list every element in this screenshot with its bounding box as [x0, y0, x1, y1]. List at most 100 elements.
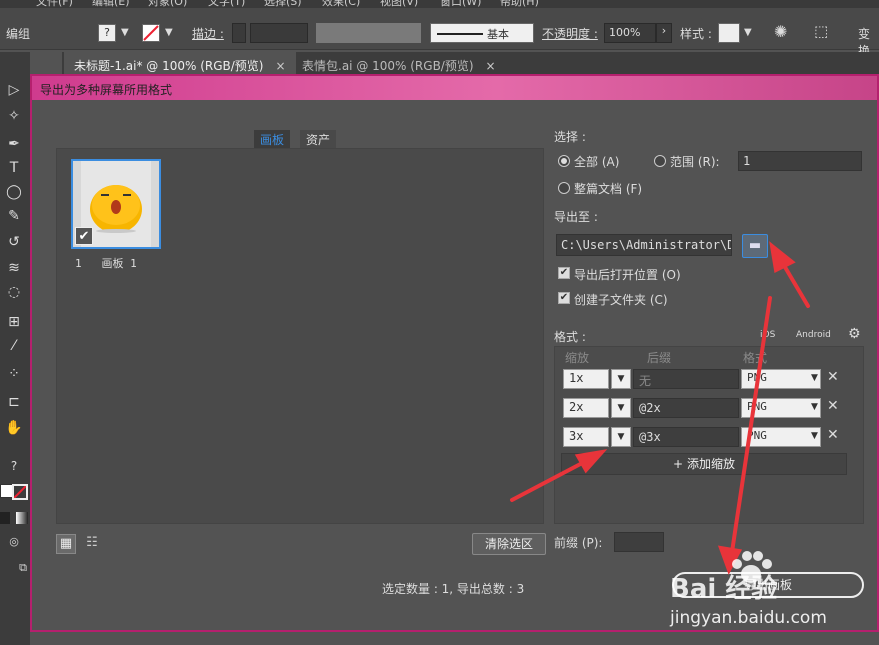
stroke-label[interactable]: 描边 : — [192, 25, 224, 42]
help-icon[interactable]: ? — [3, 456, 25, 476]
watermark-brand: Bai 经验 — [670, 574, 778, 604]
gear-icon[interactable]: ⚙ — [848, 326, 861, 342]
menu-object[interactable]: 对象(O) — [148, 0, 187, 8]
radio-all[interactable] — [558, 155, 570, 167]
artboard-thumbnail[interactable]: ✔ — [71, 159, 161, 249]
radio-range-label[interactable]: 范围 (R): — [670, 153, 720, 170]
opacity-label[interactable]: 不透明度 : — [542, 25, 598, 42]
artboard-tool-icon[interactable]: ⊏ — [3, 392, 25, 412]
width-tool-icon[interactable]: ≋ — [3, 258, 25, 278]
gradient-mode-icon[interactable] — [16, 512, 28, 524]
clear-selection-button[interactable]: 清除选区 — [472, 533, 546, 555]
symbol-sprayer-icon[interactable]: ⁘ — [3, 364, 25, 384]
radio-range[interactable] — [654, 155, 666, 167]
chevron-down-icon[interactable]: ▼ — [611, 369, 631, 389]
color-mode-icon[interactable] — [0, 512, 10, 524]
artboard-checkbox[interactable]: ✔ — [75, 227, 93, 245]
chevron-down-icon[interactable]: ▼ — [811, 373, 818, 383]
shape-builder-icon[interactable]: ◌ — [3, 282, 25, 302]
android-preset-button[interactable]: Android — [796, 330, 831, 340]
menu-type[interactable]: 文字(T) — [208, 0, 245, 8]
stroke-color-swatch[interactable] — [12, 484, 28, 500]
stroke-weight-input[interactable] — [250, 23, 308, 43]
format-select[interactable]: PNG — [741, 369, 821, 389]
column-suffix: 后缀 — [647, 351, 672, 365]
type-tool-icon[interactable]: T — [3, 158, 25, 178]
chevron-down-icon[interactable]: ▼ — [121, 27, 129, 38]
chevron-down-icon[interactable]: ▼ — [811, 431, 818, 441]
open-after-export-checkbox[interactable]: ✔ — [558, 267, 570, 279]
tab-assets[interactable]: 资产 — [300, 130, 337, 148]
suffix-input[interactable]: @2x — [633, 398, 739, 418]
magic-wand-icon[interactable]: ✧ — [3, 106, 25, 126]
scale-input[interactable]: 3x — [563, 427, 609, 447]
dialog-title: 导出为多种屏幕所用格式 — [40, 83, 173, 97]
style-swatch[interactable] — [718, 23, 740, 43]
range-input[interactable]: 1 — [738, 151, 862, 171]
draw-mode-icon[interactable]: ◎ — [3, 532, 25, 552]
remove-row-icon[interactable]: ✕ — [827, 398, 839, 414]
eyedropper-icon[interactable]: ⁄ — [3, 336, 25, 356]
align-icon[interactable]: ⬚ — [814, 22, 828, 40]
prefix-input[interactable] — [614, 532, 664, 552]
suffix-input[interactable]: @3x — [633, 427, 739, 447]
fill-swatch[interactable]: ? — [98, 24, 116, 42]
menu-view[interactable]: 视图(V) — [380, 0, 418, 8]
scale-input[interactable]: 2x — [563, 398, 609, 418]
scale-input[interactable]: 1x — [563, 369, 609, 389]
grid-view-icon[interactable]: ▦ — [56, 534, 76, 554]
menu-window[interactable]: 窗口(W) — [440, 0, 481, 8]
pen-tool-icon[interactable]: ✒ — [3, 134, 25, 154]
radio-whole-document[interactable] — [558, 182, 570, 194]
close-icon[interactable]: × — [486, 59, 496, 73]
style-label: 样式 : — [680, 27, 712, 41]
export-path-input[interactable]: C:\Users\Administrator\D — [556, 234, 732, 256]
formats-label: 格式 : — [554, 330, 586, 344]
create-subfolders-label[interactable]: 创建子文件夹 (C) — [574, 291, 668, 308]
remove-row-icon[interactable]: ✕ — [827, 427, 839, 443]
chevron-down-icon[interactable]: ▼ — [165, 27, 173, 38]
tab-untitled-1[interactable]: 未标题-1.ai* @ 100% (RGB/预览) × — [64, 52, 296, 76]
chevron-down-icon[interactable]: ▼ — [611, 398, 631, 418]
brush-definition[interactable]: 基本 — [430, 23, 534, 43]
radio-whole-document-label[interactable]: 整篇文档 (F) — [574, 180, 642, 197]
column-format: 格式 — [743, 351, 768, 365]
list-view-icon[interactable]: ☷ — [82, 534, 102, 554]
tab-emoji-pack[interactable]: 表情包.ai @ 100% (RGB/预览) × — [292, 52, 506, 76]
mesh-tool-icon[interactable]: ⊞ — [3, 312, 25, 332]
menu-help[interactable]: 帮助(H) — [500, 0, 539, 8]
chevron-right-icon[interactable]: › — [656, 23, 672, 43]
tab-artboards[interactable]: 画板 — [254, 130, 291, 148]
add-scale-button[interactable]: + 添加缩放 — [561, 453, 847, 475]
create-subfolders-checkbox[interactable]: ✔ — [558, 292, 570, 304]
rotate-tool-icon[interactable]: ↺ — [3, 232, 25, 252]
selection-tool-icon[interactable]: ▷ — [3, 80, 25, 100]
recolor-icon[interactable]: ✺ — [774, 22, 787, 41]
radio-all-label[interactable]: 全部 (A) — [574, 153, 619, 170]
stroke-stepper[interactable] — [232, 23, 246, 43]
chevron-down-icon[interactable]: ▼ — [611, 427, 631, 447]
ellipse-tool-icon[interactable]: ◯ — [3, 182, 25, 202]
close-icon[interactable]: × — [276, 59, 286, 73]
dialog-titlebar[interactable]: 导出为多种屏幕所用格式 — [32, 76, 877, 100]
format-select[interactable]: PNG — [741, 427, 821, 447]
hand-tool-icon[interactable]: ✋ — [3, 418, 25, 438]
chevron-down-icon[interactable]: ▼ — [744, 27, 752, 38]
menu-edit[interactable]: 编辑(E) — [92, 0, 130, 8]
control-bar: 编组 ? ▼ ▼ 描边 : 基本 不透明度 : 100% › 样式 : ▼ ✺ … — [0, 8, 879, 58]
ios-preset-button[interactable]: iOS — [760, 330, 775, 340]
paintbrush-tool-icon[interactable]: ✎ — [3, 206, 25, 226]
open-after-export-label[interactable]: 导出后打开位置 (O) — [574, 266, 681, 283]
browse-folder-button[interactable]: ▬ — [742, 234, 768, 258]
menu-file[interactable]: 文件(F) — [36, 0, 73, 8]
menu-bar: 文件(F) 编辑(E) 对象(O) 文字(T) 选择(S) 效果(C) 视图(V… — [0, 0, 879, 8]
menu-effect[interactable]: 效果(C) — [322, 0, 360, 8]
stroke-swatch[interactable] — [142, 24, 160, 42]
format-select[interactable]: PNG — [741, 398, 821, 418]
menu-select[interactable]: 选择(S) — [264, 0, 302, 8]
variable-width-profile[interactable] — [316, 23, 421, 43]
opacity-input[interactable]: 100% — [604, 23, 656, 43]
chevron-down-icon[interactable]: ▼ — [811, 402, 818, 412]
suffix-input[interactable]: 无 — [633, 369, 739, 389]
remove-row-icon[interactable]: ✕ — [827, 369, 839, 385]
